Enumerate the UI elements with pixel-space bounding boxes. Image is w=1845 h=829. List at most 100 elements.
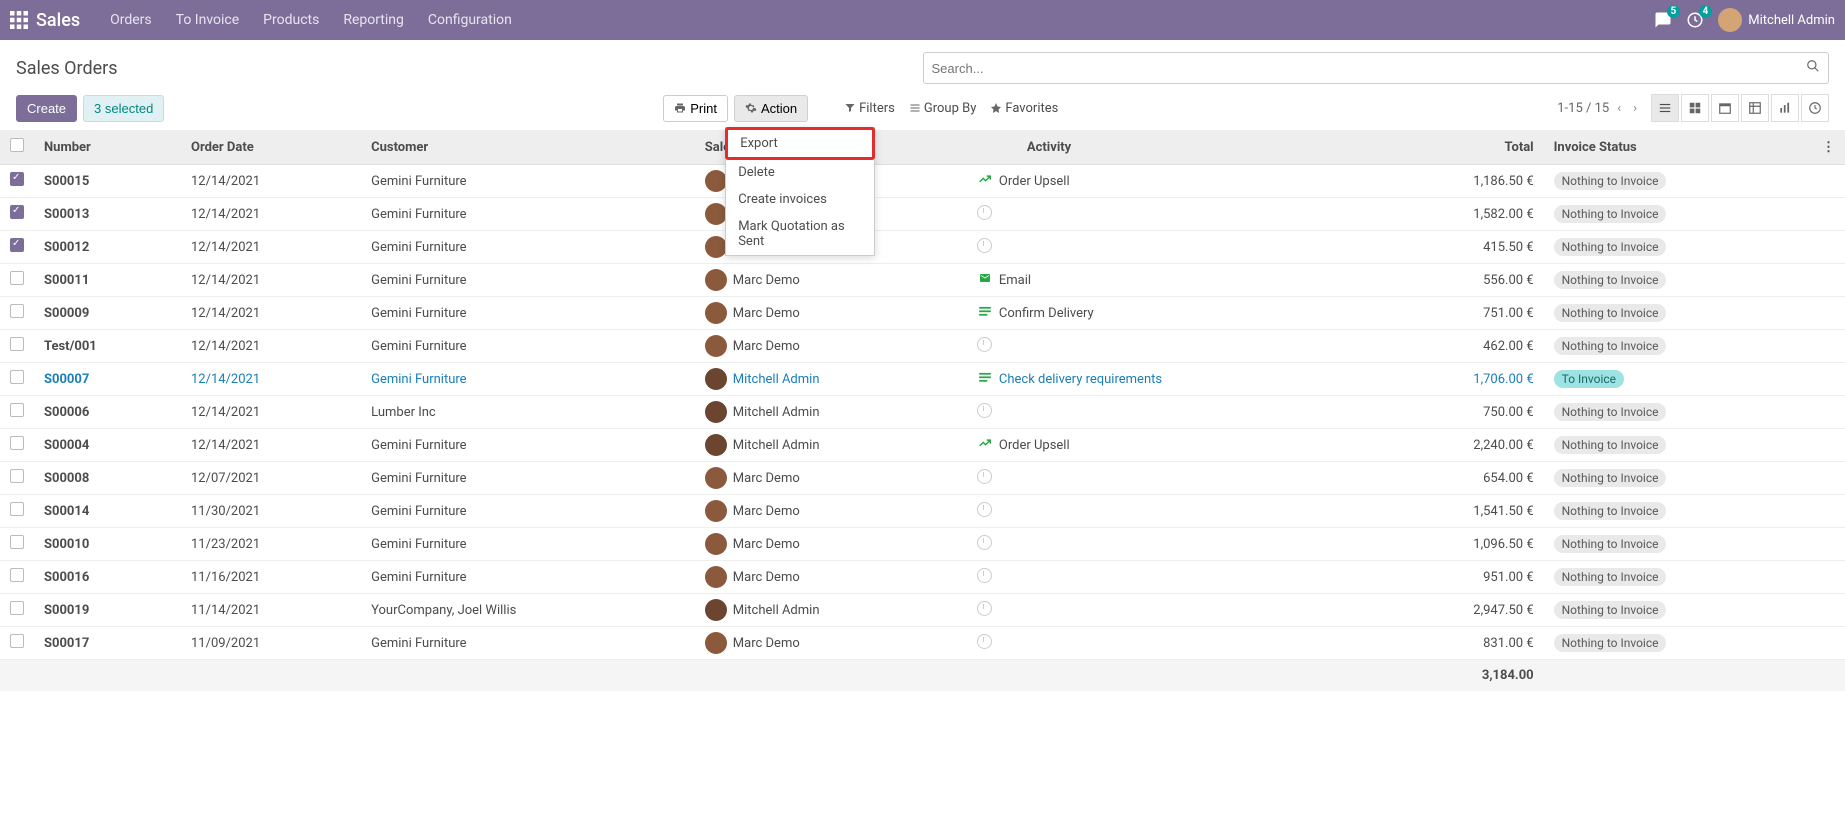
order-number[interactable]: S00007 xyxy=(44,372,89,387)
search-box[interactable] xyxy=(923,52,1830,84)
view-pivot-icon[interactable] xyxy=(1741,94,1769,122)
row-checkbox[interactable] xyxy=(10,502,24,516)
activity-text[interactable]: Order Upsell xyxy=(999,174,1070,189)
apps-icon[interactable] xyxy=(10,11,28,29)
col-total[interactable]: Total xyxy=(1381,130,1543,165)
table-row[interactable]: S0000912/14/2021Gemini FurnitureMarc Dem… xyxy=(0,297,1845,330)
customer[interactable]: Gemini Furniture xyxy=(371,240,466,255)
activity-icon[interactable] xyxy=(977,272,993,288)
table-row[interactable]: S0000612/14/2021Lumber IncMitchell Admin… xyxy=(0,396,1845,429)
table-row[interactable]: S0001011/23/2021Gemini FurnitureMarc Dem… xyxy=(0,528,1845,561)
nav-orders[interactable]: Orders xyxy=(110,12,152,28)
salesperson[interactable]: Marc Demo xyxy=(733,537,800,552)
table-row[interactable]: S0001312/14/2021Gemini FurnitureMarc Dem… xyxy=(0,198,1845,231)
customer[interactable]: Lumber Inc xyxy=(371,405,436,420)
customer[interactable]: Gemini Furniture xyxy=(371,537,466,552)
activity-icon[interactable] xyxy=(977,568,992,587)
nav-reporting[interactable]: Reporting xyxy=(343,12,404,28)
action-mark-sent[interactable]: Mark Quotation as Sent xyxy=(726,213,874,255)
customer[interactable]: Gemini Furniture xyxy=(371,504,466,519)
order-number[interactable]: S00012 xyxy=(44,240,89,255)
customer[interactable]: Gemini Furniture xyxy=(371,339,466,354)
activity-icon[interactable] xyxy=(977,601,992,620)
salesperson[interactable]: Mitchell Admin xyxy=(733,405,820,420)
table-row[interactable]: S0000412/14/2021Gemini FurnitureMitchell… xyxy=(0,429,1845,462)
nav-to-invoice[interactable]: To Invoice xyxy=(176,12,240,28)
salesperson[interactable]: Mitchell Admin xyxy=(733,372,820,387)
col-options-icon[interactable]: ⋮ xyxy=(1812,130,1845,165)
view-calendar-icon[interactable] xyxy=(1711,94,1739,122)
selected-count-button[interactable]: 3 selected xyxy=(83,95,164,122)
order-number[interactable]: S00011 xyxy=(44,273,89,288)
row-checkbox[interactable] xyxy=(10,436,24,450)
row-checkbox[interactable] xyxy=(10,535,24,549)
table-row[interactable]: S0000712/14/2021Gemini FurnitureMitchell… xyxy=(0,363,1845,396)
nav-configuration[interactable]: Configuration xyxy=(428,12,512,28)
favorites-button[interactable]: Favorites xyxy=(990,101,1058,116)
order-number[interactable]: Test/001 xyxy=(44,339,97,354)
salesperson[interactable]: Marc Demo xyxy=(733,306,800,321)
table-row[interactable]: S0001512/14/2021Gemini FurnitureMarc Dem… xyxy=(0,165,1845,198)
order-number[interactable]: S00009 xyxy=(44,306,89,321)
table-row[interactable]: Test/00112/14/2021Gemini FurnitureMarc D… xyxy=(0,330,1845,363)
customer[interactable]: Gemini Furniture xyxy=(371,174,466,189)
activity-icon[interactable] xyxy=(977,502,992,521)
order-number[interactable]: S00004 xyxy=(44,438,89,453)
row-checkbox[interactable] xyxy=(10,304,24,318)
pager-next-icon[interactable]: › xyxy=(1629,97,1641,120)
order-number[interactable]: S00008 xyxy=(44,471,89,486)
activity-text[interactable]: Order Upsell xyxy=(999,438,1070,453)
salesperson[interactable]: Marc Demo xyxy=(733,570,800,585)
salesperson[interactable]: Mitchell Admin xyxy=(733,603,820,618)
col-date[interactable]: Order Date xyxy=(181,130,361,165)
customer[interactable]: Gemini Furniture xyxy=(371,372,466,387)
order-number[interactable]: S00010 xyxy=(44,537,89,552)
order-number[interactable]: S00019 xyxy=(44,603,89,618)
customer[interactable]: YourCompany, Joel Willis xyxy=(371,603,516,618)
table-row[interactable]: S0001911/14/2021YourCompany, Joel Willis… xyxy=(0,594,1845,627)
search-input[interactable] xyxy=(932,61,1807,76)
select-all-checkbox[interactable] xyxy=(10,138,24,152)
table-row[interactable]: S0001611/16/2021Gemini FurnitureMarc Dem… xyxy=(0,561,1845,594)
salesperson[interactable]: Marc Demo xyxy=(733,636,800,651)
search-icon[interactable] xyxy=(1806,59,1820,77)
row-checkbox[interactable] xyxy=(10,403,24,417)
activity-icon[interactable] xyxy=(977,634,992,653)
customer[interactable]: Gemini Furniture xyxy=(371,306,466,321)
col-number[interactable]: Number xyxy=(34,130,181,165)
activity-icon[interactable] xyxy=(977,403,992,422)
row-checkbox[interactable] xyxy=(10,172,24,186)
print-button[interactable]: Print xyxy=(663,95,728,122)
salesperson[interactable]: Mitchell Admin xyxy=(733,438,820,453)
view-activity-icon[interactable] xyxy=(1801,94,1829,122)
activities-icon[interactable]: 4 xyxy=(1686,11,1704,29)
salesperson[interactable]: Marc Demo xyxy=(733,339,800,354)
salesperson[interactable]: Marc Demo xyxy=(733,504,800,519)
activity-icon[interactable] xyxy=(977,535,992,554)
activity-text[interactable]: Check delivery requirements xyxy=(999,372,1162,387)
table-row[interactable]: S0000812/07/2021Gemini FurnitureMarc Dem… xyxy=(0,462,1845,495)
customer[interactable]: Gemini Furniture xyxy=(371,273,466,288)
row-checkbox[interactable] xyxy=(10,601,24,615)
action-export[interactable]: Export xyxy=(725,127,875,160)
action-delete[interactable]: Delete xyxy=(726,159,874,186)
row-checkbox[interactable] xyxy=(10,469,24,483)
row-checkbox[interactable] xyxy=(10,568,24,582)
row-checkbox[interactable] xyxy=(10,634,24,648)
table-row[interactable]: S0001711/09/2021Gemini FurnitureMarc Dem… xyxy=(0,627,1845,660)
col-customer[interactable]: Customer xyxy=(361,130,695,165)
activity-icon[interactable] xyxy=(977,304,993,322)
order-number[interactable]: S00006 xyxy=(44,405,89,420)
activity-icon[interactable] xyxy=(977,436,993,454)
table-row[interactable]: S0001212/14/2021Gemini FurnitureMarc Dem… xyxy=(0,231,1845,264)
activity-icon[interactable] xyxy=(977,238,992,257)
customer[interactable]: Gemini Furniture xyxy=(371,207,466,222)
order-number[interactable]: S00013 xyxy=(44,207,89,222)
order-number[interactable]: S00016 xyxy=(44,570,89,585)
filters-button[interactable]: Filters xyxy=(844,101,895,116)
col-status[interactable]: Invoice Status xyxy=(1544,130,1812,165)
order-number[interactable]: S00014 xyxy=(44,504,89,519)
app-brand[interactable]: Sales xyxy=(36,10,80,31)
activity-icon[interactable] xyxy=(977,205,992,224)
customer[interactable]: Gemini Furniture xyxy=(371,438,466,453)
